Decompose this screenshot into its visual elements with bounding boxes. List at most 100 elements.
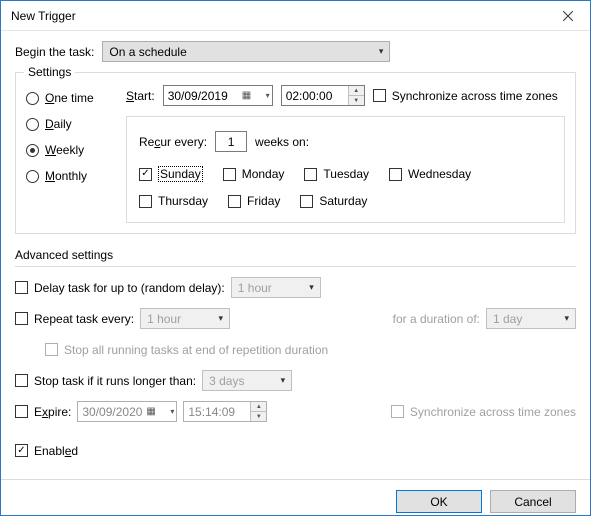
day-tuesday[interactable]: Tuesday	[304, 166, 369, 182]
dialog-footer: OK Cancel	[1, 479, 590, 523]
delay-dropdown[interactable]: 1 hour ▾	[231, 277, 321, 298]
radio-monthly[interactable]: Monthly	[26, 169, 116, 183]
repeat-checkbox[interactable]: Repeat task every:	[15, 312, 134, 326]
checkbox-icon	[223, 168, 236, 181]
radio-label: Daily	[45, 117, 72, 131]
checkbox-icon	[391, 405, 404, 418]
stop-longer-value: 3 days	[209, 374, 244, 388]
repeat-duration-label: for a duration of:	[393, 312, 480, 326]
dialog-new-trigger: New Trigger Begin the task: On a schedul…	[0, 0, 591, 516]
checkbox-icon	[389, 168, 402, 181]
checkbox-icon	[15, 405, 28, 418]
day-wednesday[interactable]: Wednesday	[389, 166, 471, 182]
cancel-label: Cancel	[514, 495, 551, 509]
start-time-value: 02:00:00	[286, 89, 333, 103]
day-friday[interactable]: Friday	[228, 194, 280, 208]
sync-timezones-checkbox[interactable]: Synchronize across time zones	[373, 89, 558, 103]
radio-icon	[26, 118, 39, 131]
ok-button[interactable]: OK	[396, 490, 482, 513]
day-label: Friday	[247, 194, 280, 208]
enabled-label: Enabled	[34, 444, 78, 458]
stop-longer-dropdown[interactable]: 3 days ▾	[202, 370, 292, 391]
enabled-checkbox[interactable]: Enabled	[15, 444, 78, 458]
day-monday[interactable]: Monday	[223, 166, 285, 182]
radio-icon	[26, 92, 39, 105]
calendar-icon: ▦▾	[242, 90, 270, 101]
begin-task-value: On a schedule	[109, 45, 186, 59]
checkbox-icon	[15, 312, 28, 325]
day-label: Wednesday	[408, 167, 471, 181]
close-button[interactable]	[545, 1, 590, 30]
repeat-dropdown[interactable]: 1 hour ▾	[140, 308, 230, 329]
start-time-input[interactable]: 02:00:00 ▲▼	[281, 85, 365, 106]
delay-value: 1 hour	[238, 281, 272, 295]
stop-end-label: Stop all running tasks at end of repetit…	[64, 343, 328, 357]
chevron-down-icon: ▾	[564, 313, 569, 324]
expire-checkbox[interactable]: Expire:	[15, 405, 71, 419]
repeat-duration-dropdown[interactable]: 1 day ▾	[486, 308, 576, 329]
day-label: Monday	[242, 167, 285, 181]
radio-one-time[interactable]: One time	[26, 91, 116, 105]
window-title: New Trigger	[11, 9, 545, 23]
radio-label: Weekly	[45, 143, 84, 157]
chevron-down-icon: ▾	[309, 282, 314, 293]
checkbox-icon	[228, 195, 241, 208]
chevron-down-icon: ▾	[281, 375, 286, 386]
day-thursday[interactable]: Thursday	[139, 194, 208, 208]
day-label: Thursday	[158, 194, 208, 208]
expire-label: Expire:	[34, 405, 71, 419]
day-label: Sunday	[158, 166, 203, 182]
day-sunday[interactable]: Sunday	[139, 166, 203, 182]
checkbox-icon	[15, 374, 28, 387]
close-icon	[563, 11, 573, 21]
expire-sync-tz-checkbox: Synchronize across time zones	[391, 405, 576, 419]
day-saturday[interactable]: Saturday	[300, 194, 367, 208]
divider	[15, 266, 576, 267]
cancel-button[interactable]: Cancel	[490, 490, 576, 513]
expire-date-input[interactable]: 30/09/2020 ▦▾	[77, 401, 177, 422]
checkbox-icon	[139, 168, 152, 181]
settings-legend: Settings	[24, 65, 75, 79]
spinner-icon[interactable]: ▲▼	[348, 86, 364, 105]
expire-time-input[interactable]: 15:14:09 ▲▼	[183, 401, 267, 422]
checkbox-icon	[45, 343, 58, 356]
stop-longer-checkbox[interactable]: Stop task if it runs longer than:	[15, 374, 196, 388]
checkbox-icon	[304, 168, 317, 181]
delay-checkbox[interactable]: Delay task for up to (random delay):	[15, 281, 225, 295]
start-date-value: 30/09/2019	[168, 89, 228, 103]
day-label: Saturday	[319, 194, 367, 208]
delay-label: Delay task for up to (random delay):	[34, 281, 225, 295]
radio-daily[interactable]: Daily	[26, 117, 116, 131]
calendar-icon: ▦▾	[146, 406, 174, 417]
recur-unit: weeks on:	[255, 135, 309, 149]
checkbox-icon	[139, 195, 152, 208]
begin-task-dropdown[interactable]: On a schedule ▾	[102, 41, 390, 62]
advanced-heading: Advanced settings	[15, 248, 576, 262]
chevron-down-icon: ▾	[219, 313, 224, 324]
day-label: Tuesday	[323, 167, 369, 181]
start-date-input[interactable]: 30/09/2019 ▦▾	[163, 85, 273, 106]
begin-task-label: Begin the task:	[15, 45, 94, 59]
chevron-down-icon: ▾	[379, 46, 384, 57]
recur-panel: Recur every: 1 weeks on: Sunday	[126, 116, 565, 223]
checkbox-icon	[300, 195, 313, 208]
checkbox-icon	[15, 281, 28, 294]
radio-icon	[26, 170, 39, 183]
recur-value: 1	[228, 135, 235, 149]
expire-date-value: 30/09/2020	[82, 405, 142, 419]
checkbox-icon	[373, 89, 386, 102]
ok-label: OK	[430, 495, 447, 509]
sync-tz-label: Synchronize across time zones	[392, 89, 558, 103]
radio-label: Monthly	[45, 169, 87, 183]
recur-every-input[interactable]: 1	[215, 131, 247, 152]
radio-weekly[interactable]: Weekly	[26, 143, 116, 157]
stop-longer-label: Stop task if it runs longer than:	[34, 374, 196, 388]
start-label: Start:	[126, 89, 155, 103]
radio-icon	[26, 144, 39, 157]
repeat-label: Repeat task every:	[34, 312, 134, 326]
checkbox-icon	[15, 444, 28, 457]
spinner-icon[interactable]: ▲▼	[250, 402, 266, 421]
expire-time-value: 15:14:09	[188, 405, 235, 419]
recur-label: Recur every:	[139, 135, 207, 149]
radio-label: One time	[45, 91, 94, 105]
